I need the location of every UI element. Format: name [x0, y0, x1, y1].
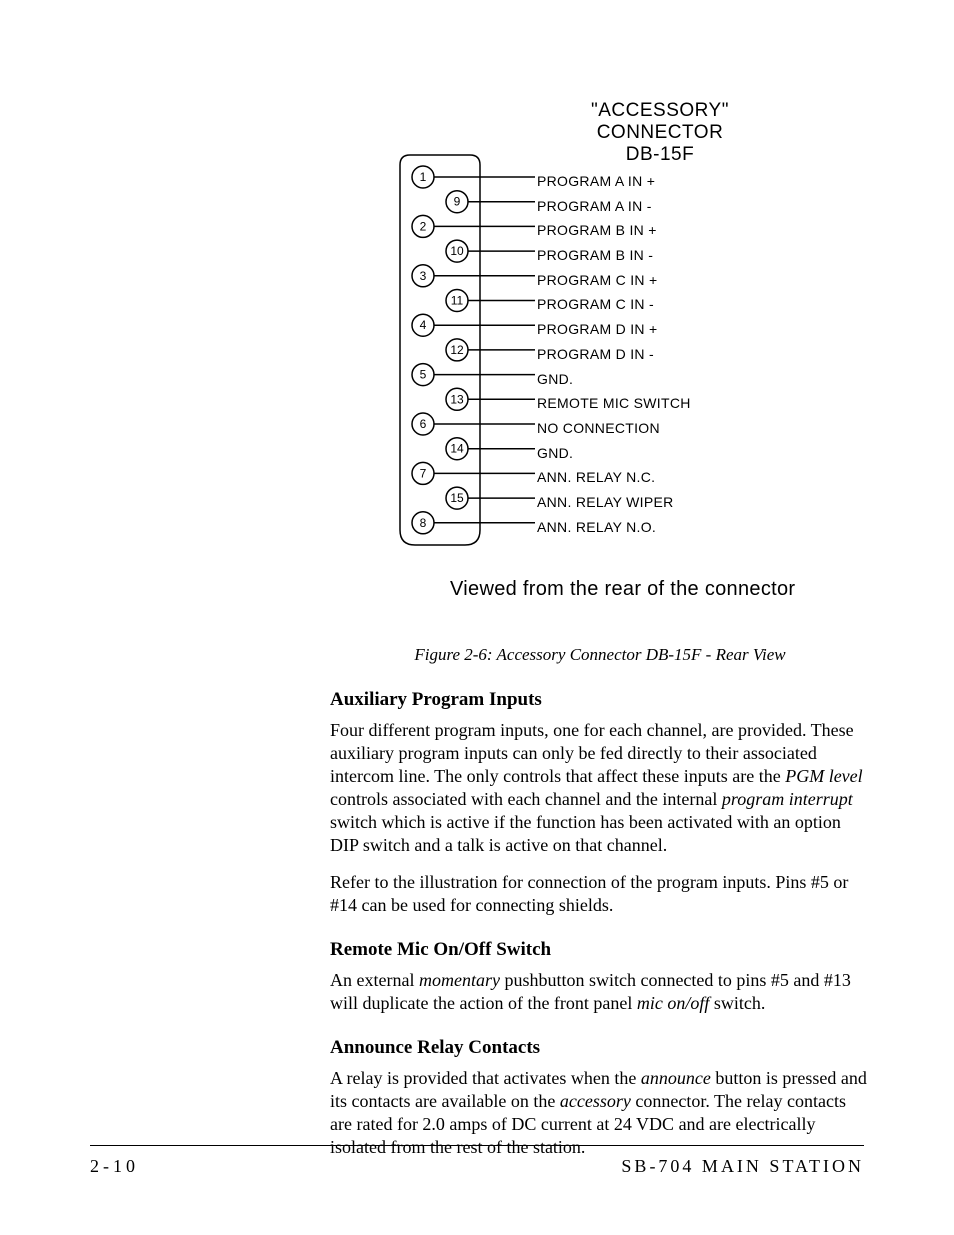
- svg-text:14: 14: [450, 442, 464, 456]
- footer-title: SB-704 MAIN STATION: [621, 1156, 864, 1177]
- heading-auxiliary-program-inputs: Auxiliary Program Inputs: [330, 689, 870, 711]
- page-footer: 2-10 SB-704 MAIN STATION: [90, 1145, 864, 1177]
- svg-text:6: 6: [420, 417, 427, 431]
- footer-row: 2-10 SB-704 MAIN STATION: [90, 1156, 864, 1177]
- page-number: 2-10: [90, 1156, 139, 1177]
- pin-label: GND.: [537, 441, 691, 466]
- pin-label: ANN. RELAY WIPER: [537, 490, 691, 515]
- svg-text:11: 11: [451, 294, 464, 308]
- svg-text:7: 7: [420, 466, 427, 480]
- pin-label: PROGRAM C IN +: [537, 268, 691, 293]
- svg-text:13: 13: [450, 392, 464, 406]
- paragraph-aux-1: Four different program inputs, one for e…: [330, 719, 870, 857]
- pin-label: ANN. RELAY N.C.: [537, 465, 691, 490]
- pin-label: PROGRAM B IN +: [537, 218, 691, 243]
- svg-text:2: 2: [420, 219, 427, 233]
- svg-text:3: 3: [420, 269, 427, 283]
- heading-announce-relay: Announce Relay Contacts: [330, 1037, 870, 1059]
- connector-title-line1: "ACCESSORY": [591, 100, 729, 121]
- connector-title: "ACCESSORY" CONNECTOR DB-15F: [550, 100, 770, 166]
- footer-rule: [90, 1145, 864, 1146]
- svg-text:15: 15: [450, 491, 464, 505]
- svg-text:12: 12: [450, 343, 464, 357]
- svg-text:1: 1: [420, 170, 427, 184]
- pin-label: PROGRAM B IN -: [537, 243, 691, 268]
- pin-label: PROGRAM C IN -: [537, 292, 691, 317]
- connector-title-line3: DB-15F: [626, 144, 694, 165]
- svg-text:4: 4: [420, 318, 427, 332]
- content-column: "ACCESSORY" CONNECTOR DB-15F 1 9 2 10 3 11 4 12…: [330, 100, 870, 1159]
- pin-label-column: PROGRAM A IN +PROGRAM A IN -PROGRAM B IN…: [537, 169, 691, 539]
- page: "ACCESSORY" CONNECTOR DB-15F 1 9 2 10 3 11 4 12…: [0, 0, 954, 1235]
- svg-text:8: 8: [420, 516, 427, 530]
- pin-label: GND.: [537, 367, 691, 392]
- svg-text:9: 9: [454, 195, 461, 209]
- pin-label: NO CONNECTION: [537, 416, 691, 441]
- paragraph-mic-1: An external momentary pushbutton switch …: [330, 969, 870, 1015]
- db15f-diagram-icon: 1 9 2 10 3 11 4 12 5 13 6 14 7 15 8: [380, 120, 540, 550]
- pin-label: PROGRAM D IN +: [537, 317, 691, 342]
- pin-label: ANN. RELAY N.O.: [537, 515, 691, 540]
- view-note: Viewed from the rear of the connector: [450, 578, 795, 601]
- svg-text:5: 5: [420, 368, 427, 382]
- pin-label: PROGRAM A IN -: [537, 194, 691, 219]
- heading-remote-mic: Remote Mic On/Off Switch: [330, 939, 870, 961]
- pin-label: PROGRAM A IN +: [537, 169, 691, 194]
- paragraph-aux-2: Refer to the illustration for connection…: [330, 871, 870, 917]
- svg-text:10: 10: [450, 244, 464, 258]
- figure-caption: Figure 2-6: Accessory Connector DB-15F -…: [330, 645, 870, 665]
- pin-label: PROGRAM D IN -: [537, 342, 691, 367]
- connector-title-line2: CONNECTOR: [597, 122, 724, 143]
- pin-label: REMOTE MIC SWITCH: [537, 391, 691, 416]
- figure-2-6: "ACCESSORY" CONNECTOR DB-15F 1 9 2 10 3 11 4 12…: [330, 100, 870, 580]
